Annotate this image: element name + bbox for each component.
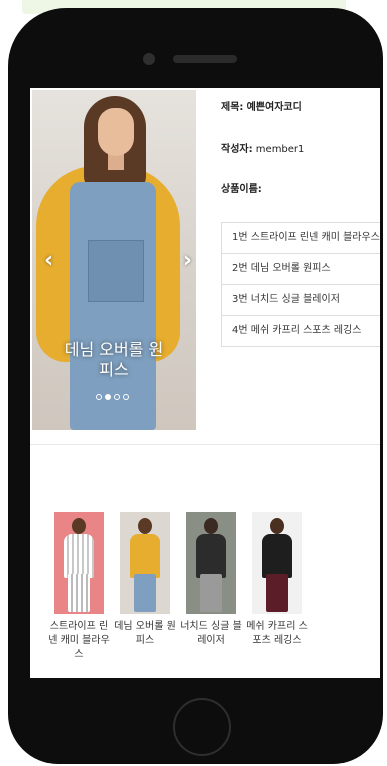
carousel-dot[interactable] [96,394,102,400]
product-list-item[interactable]: 1번 스트라이프 린넨 캐미 블라우스 [222,223,380,254]
figure-top [130,534,160,578]
figure-top [64,534,94,578]
product-list-item[interactable]: 2번 데님 오버롤 원피스 [222,254,380,285]
section-divider [30,444,380,445]
model-overall [70,182,156,430]
product-thumbnail[interactable]: 너치드 싱글 블레이저 [180,512,242,648]
figure-bottom [266,574,288,612]
figure-bottom [134,574,156,612]
product-thumbnail[interactable]: 데님 오버롤 원피스 [114,512,176,648]
model-face [98,108,134,156]
thumbnail-name: 데님 오버롤 원피스 [114,621,176,646]
chevron-left-icon[interactable]: ‹ [44,250,53,272]
title-value: 예쁜여자코디 [246,102,302,113]
thumbnail-image [252,512,302,614]
figure-head [270,518,284,534]
title-label: 제목: [221,102,244,113]
model-bib [88,240,144,302]
product-carousel[interactable]: ‹ › 데님 오버롤 원피스 [32,90,196,430]
thumbnail-name: 메쉬 카프리 스포츠 레깅스 [246,621,308,646]
phone-screen: ‹ › 데님 오버롤 원피스 제목: 예쁜여자코디 작성자: member1 상… [30,88,380,678]
carousel-dot-active[interactable] [105,394,111,400]
thumbnail-image [120,512,170,614]
speaker-grille [173,55,237,63]
author-label: 작성자: [221,144,253,155]
product-list: 1번 스트라이프 린넨 캐미 블라우스 2번 데님 오버롤 원피스 3번 너치드… [221,222,380,347]
figure-head [72,518,86,534]
camera-icon [143,53,155,65]
figure-top [262,534,292,578]
post-title-line: 제목: 예쁜여자코디 [221,98,302,113]
figure-head [204,518,218,534]
products-label: 상품이름: [221,184,262,195]
chevron-right-icon[interactable]: › [183,250,192,272]
thumbnail-image [54,512,104,614]
home-button[interactable] [173,698,231,756]
carousel-dot[interactable] [123,394,129,400]
figure-head [138,518,152,534]
carousel-dot[interactable] [114,394,120,400]
author-value: member1 [255,144,305,155]
post-author-line: 작성자: member1 [221,140,304,155]
figure-top [196,534,226,578]
product-thumbnail[interactable]: 스트라이프 린넨 캐미 블라우스 [48,512,110,662]
carousel-indicators [96,394,129,400]
figure-bottom [200,574,222,612]
product-thumbnail[interactable]: 메쉬 카프리 스포츠 레깅스 [246,512,308,648]
figure-bottom [68,574,90,612]
product-list-item[interactable]: 3번 너치드 싱글 블레이저 [222,285,380,316]
thumbnail-name: 스트라이프 린넨 캐미 블라우스 [48,621,110,660]
product-names-heading: 상품이름: [221,180,262,195]
thumbnail-name: 너치드 싱글 블레이저 [180,621,242,646]
carousel-caption: 데님 오버롤 원피스 [64,340,164,379]
product-list-item[interactable]: 4번 메쉬 카프리 스포츠 레깅스 [222,316,380,346]
thumbnail-image [186,512,236,614]
